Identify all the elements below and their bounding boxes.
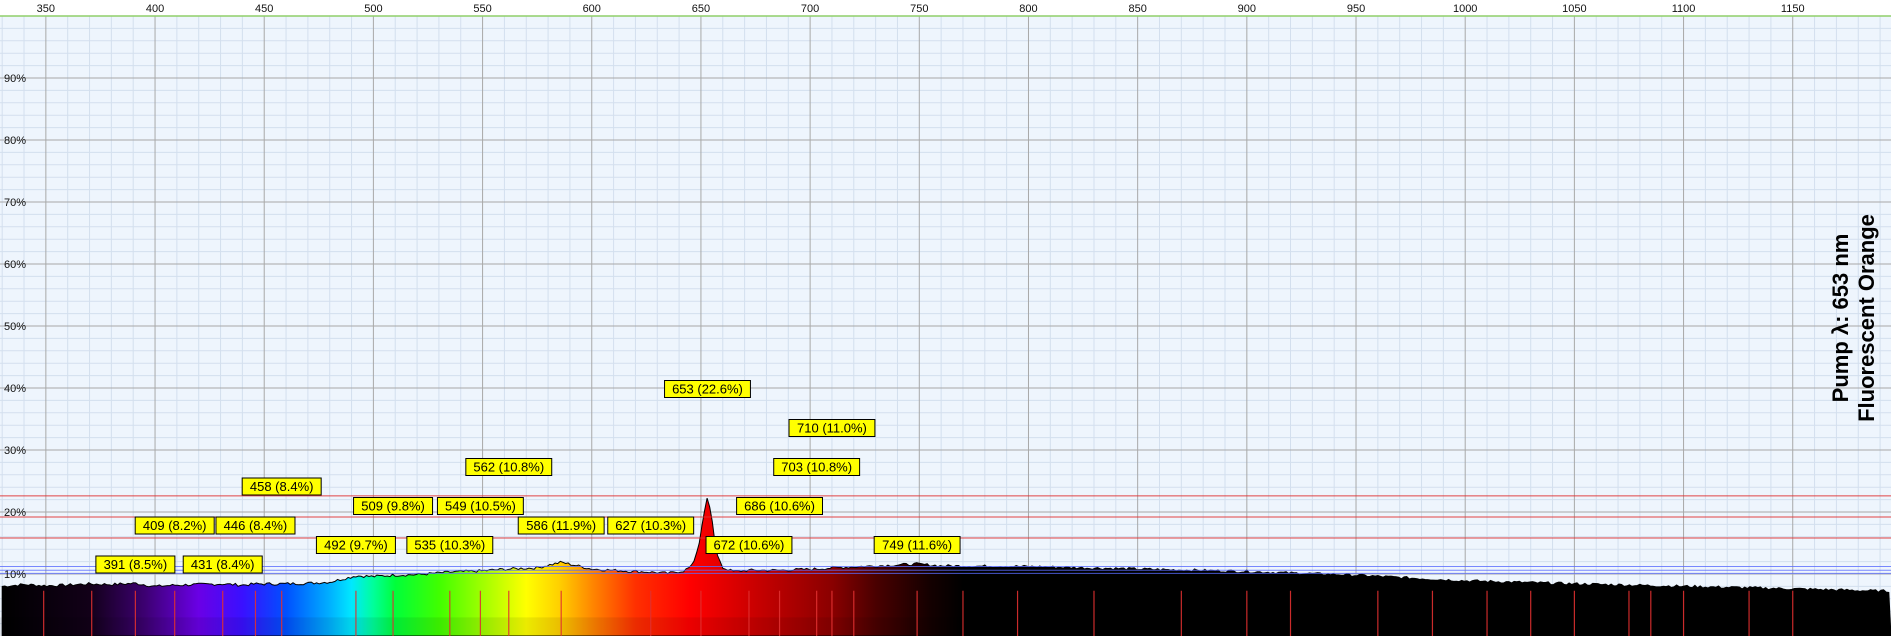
chart-title: Pump λ: 653 nm Fluorescent Orange — [1828, 214, 1879, 422]
x-tick-label: 950 — [1347, 3, 1365, 15]
y-tick-label: 10% — [4, 569, 26, 581]
x-tick-label: 700 — [801, 3, 819, 15]
peak-label-text: 672 (10.6%) — [714, 538, 785, 553]
peak-label-text: 653 (22.6%) — [672, 382, 743, 397]
peak-label-text: 431 (8.4%) — [191, 557, 255, 572]
x-tick-label: 500 — [364, 3, 382, 15]
peak-label: 549 (10.5%) — [436, 497, 524, 515]
x-tick-label: 1050 — [1562, 3, 1586, 15]
peak-label-text: 586 (11.9%) — [526, 518, 596, 533]
x-tick-label: 600 — [583, 3, 601, 15]
peak-label-text: 535 (10.3%) — [414, 538, 485, 553]
x-tick-label: 900 — [1238, 3, 1256, 15]
peak-label: 492 (9.7%) — [315, 536, 396, 554]
peak-label: 391 (8.5%) — [95, 555, 176, 574]
peak-label-text: 710 (11.0%) — [797, 421, 867, 436]
peak-label: 431 (8.4%) — [182, 555, 263, 574]
y-tick-label: 50% — [4, 321, 26, 333]
peak-label: 749 (11.6%) — [873, 536, 961, 554]
x-tick-label: 650 — [692, 3, 710, 15]
peak-label-text: 627 (10.3%) — [615, 518, 686, 533]
x-tick-label: 1150 — [1781, 3, 1805, 15]
peak-label-text: 446 (8.4%) — [224, 518, 288, 533]
x-tick-label: 550 — [473, 3, 491, 15]
peak-label-text: 458 (8.4%) — [250, 479, 314, 494]
peak-label-text: 562 (10.8%) — [473, 460, 544, 475]
peak-label: 686 (10.6%) — [736, 497, 823, 515]
peak-label: 535 (10.3%) — [406, 536, 494, 554]
peak-label: 710 (11.0%) — [788, 419, 876, 437]
y-tick-label: 30% — [4, 445, 26, 457]
peak-label: 509 (9.8%) — [353, 497, 434, 515]
peak-label-text: 749 (11.6%) — [882, 538, 952, 553]
peak-label-text: 492 (9.7%) — [324, 538, 388, 553]
x-tick-label: 450 — [255, 3, 273, 15]
spectrum-shade — [0, 617, 1891, 636]
peak-label: 627 (10.3%) — [607, 516, 695, 535]
chart-title-line-2: Fluorescent Orange — [1854, 214, 1879, 422]
peak-label: 653 (22.6%) — [664, 380, 751, 398]
peak-label: 458 (8.4%) — [241, 477, 322, 496]
peak-label-text: 409 (8.2%) — [143, 518, 207, 533]
y-tick-label: 80% — [4, 135, 26, 147]
peak-label-text: 549 (10.5%) — [445, 499, 516, 514]
x-tick-label: 750 — [910, 3, 928, 15]
peak-label-text: 509 (9.8%) — [361, 499, 425, 514]
x-tick-label: 400 — [146, 3, 164, 15]
x-axis-ticks: 350 400 450 500 550 600 650 700 750 800 850 900 950 1… — [37, 3, 1805, 15]
chart-title-line-1: Pump λ: 653 nm — [1828, 234, 1853, 403]
peak-label-text: 391 (8.5%) — [104, 557, 168, 572]
x-tick-label: 800 — [1019, 3, 1037, 15]
peak-label: 562 (10.8%) — [465, 458, 553, 476]
peak-label-text: 703 (10.8%) — [781, 460, 852, 475]
spectrum-chart: 350 400 450 500 550 600 650 700 750 800 850 900 950 1… — [0, 3, 1891, 636]
x-tick-label: 1000 — [1453, 3, 1477, 15]
peak-label: 586 (11.9%) — [517, 516, 605, 535]
y-tick-label: 20% — [4, 507, 26, 519]
peak-label: 703 (10.8%) — [773, 458, 861, 476]
x-tick-label: 350 — [37, 3, 55, 15]
x-tick-label: 850 — [1128, 3, 1146, 15]
peak-label: 446 (8.4%) — [215, 516, 296, 535]
y-tick-label: 40% — [4, 383, 26, 395]
peak-label-text: 686 (10.6%) — [744, 499, 815, 514]
y-tick-label: 60% — [4, 259, 26, 271]
peak-label: 672 (10.6%) — [705, 536, 793, 554]
y-tick-label: 90% — [4, 73, 26, 85]
peak-label: 409 (8.2%) — [134, 516, 215, 535]
y-tick-label: 70% — [4, 197, 26, 209]
x-tick-label: 1100 — [1672, 3, 1696, 15]
